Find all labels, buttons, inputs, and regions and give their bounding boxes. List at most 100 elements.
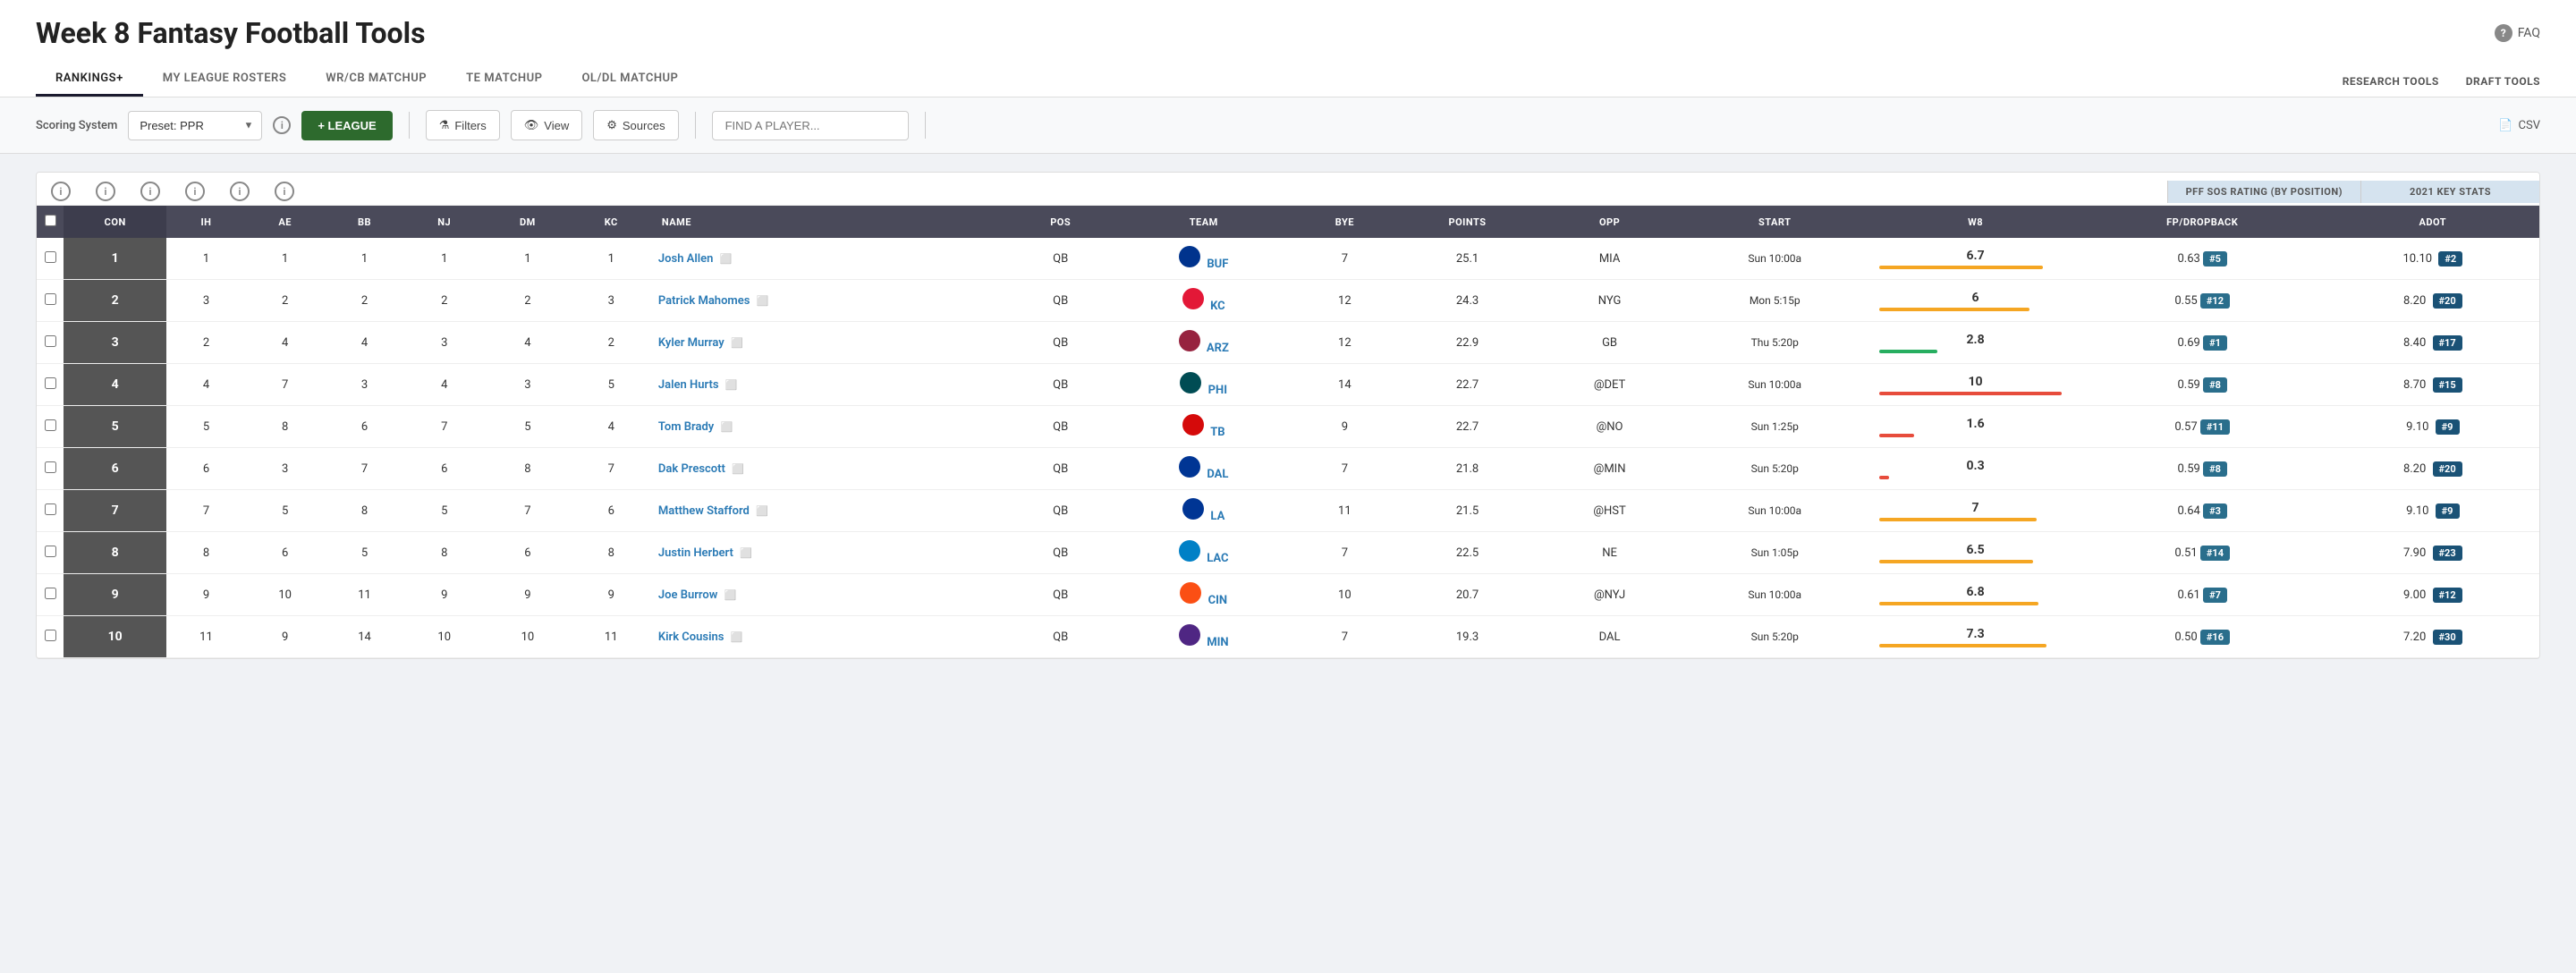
copy-icon[interactable]: ⬜ <box>725 379 738 391</box>
player-name-link[interactable]: Patrick Mahomes <box>658 294 750 308</box>
col-header-pos: POS <box>1011 206 1111 238</box>
row-checkbox-2[interactable] <box>45 335 56 347</box>
row-checkbox-8[interactable] <box>45 588 56 599</box>
player-name-link[interactable]: Matthew Stafford <box>658 504 750 518</box>
info-icon-bb[interactable]: i <box>185 182 205 201</box>
copy-icon[interactable]: ⬜ <box>724 589 737 601</box>
team-link[interactable]: ARZ <box>1207 342 1229 355</box>
team-cell: BUF <box>1111 238 1297 280</box>
draft-tools-link[interactable]: DRAFT TOOLS <box>2466 75 2540 88</box>
con-cell: 4 <box>166 364 245 406</box>
fp-dropback-cell: 0.57 #11 <box>2079 406 2326 448</box>
row-checkbox-6[interactable] <box>45 503 56 515</box>
row-checkbox-1[interactable] <box>45 293 56 305</box>
copy-icon[interactable]: ⬜ <box>756 505 768 517</box>
copy-icon[interactable]: ⬜ <box>721 421 733 433</box>
search-input[interactable] <box>712 111 909 140</box>
filters-button[interactable]: ⚗ Filters <box>426 110 500 140</box>
copy-icon[interactable]: ⬜ <box>732 463 744 475</box>
bye-cell: 12 <box>1297 322 1393 364</box>
team-link[interactable]: LA <box>1210 510 1224 523</box>
rank-cell: 4 <box>64 364 166 406</box>
player-name-link[interactable]: Justin Herbert <box>658 546 733 560</box>
team-link[interactable]: PHI <box>1208 384 1227 397</box>
league-button[interactable]: + LEAGUE <box>301 111 392 140</box>
scoring-info-icon[interactable]: i <box>273 116 291 134</box>
con-cell: 5 <box>166 406 245 448</box>
player-name-link[interactable]: Josh Allen <box>658 252 713 266</box>
research-tools-link[interactable]: RESEARCH TOOLS <box>2343 75 2439 88</box>
copy-icon[interactable]: ⬜ <box>720 253 733 265</box>
ae-cell: 3 <box>325 364 404 406</box>
nav-tabs-left: RANKINGS+ MY LEAGUE ROSTERS WR/CB MATCHU… <box>36 63 698 97</box>
team-cell: CIN <box>1111 574 1297 616</box>
sources-icon: ⚙ <box>606 118 617 132</box>
row-checkbox-7[interactable] <box>45 546 56 557</box>
row-checkbox-cell <box>37 406 64 448</box>
nj-cell: 6 <box>484 532 571 574</box>
info-icon-ih[interactable]: i <box>96 182 115 201</box>
w8-cell: 7.3 <box>1872 616 2078 658</box>
copy-icon[interactable]: ⬜ <box>731 337 743 349</box>
team-link[interactable]: CIN <box>1208 594 1227 607</box>
adot-cell: 10.10 #2 <box>2326 238 2539 280</box>
player-name-link[interactable]: Jalen Hurts <box>658 378 719 392</box>
w8-bar <box>1879 644 2046 647</box>
csv-button[interactable]: 📄 CSV <box>2498 119 2540 132</box>
col-header-fp-dropback: FP/DROPBACK <box>2079 206 2326 238</box>
row-checkbox-cell <box>37 238 64 280</box>
fp-dropback-cell: 0.69 #1 <box>2079 322 2326 364</box>
player-name-link[interactable]: Joe Burrow <box>658 588 717 602</box>
player-name-link[interactable]: Kirk Cousins <box>658 630 724 644</box>
fp-dropback-cell: 0.55 #12 <box>2079 280 2326 322</box>
player-name-link[interactable]: Kyler Murray <box>658 336 724 350</box>
copy-icon[interactable]: ⬜ <box>740 547 752 559</box>
row-checkbox-4[interactable] <box>45 419 56 431</box>
adot-cell: 9.00 #12 <box>2326 574 2539 616</box>
select-all-checkbox[interactable] <box>45 215 56 226</box>
tab-my-league-rosters[interactable]: MY LEAGUE ROSTERS <box>143 63 307 97</box>
rank-cell: 1 <box>64 238 166 280</box>
info-icon-ae[interactable]: i <box>140 182 160 201</box>
scoring-preset-select[interactable]: Preset: PPR <box>128 111 262 140</box>
team-logo-PHI <box>1180 372 1201 393</box>
tab-ol-dl-matchup[interactable]: OL/DL MATCHUP <box>562 63 698 97</box>
copy-icon[interactable]: ⬜ <box>757 295 769 307</box>
team-link[interactable]: LAC <box>1207 552 1228 565</box>
row-checkbox-0[interactable] <box>45 251 56 263</box>
fp-rank-badge: #3 <box>2203 503 2227 519</box>
team-link[interactable]: MIN <box>1207 636 1228 649</box>
tab-te-matchup[interactable]: TE MATCHUP <box>446 63 562 97</box>
copy-icon[interactable]: ⬜ <box>731 631 743 643</box>
info-icon-nj[interactable]: i <box>230 182 250 201</box>
bye-cell: 14 <box>1297 364 1393 406</box>
faq-link[interactable]: ? FAQ <box>2495 24 2540 42</box>
points-cell: 19.3 <box>1393 616 1542 658</box>
player-name-link[interactable]: Dak Prescott <box>658 462 725 476</box>
info-icon-con[interactable]: i <box>51 182 71 201</box>
bye-cell: 9 <box>1297 406 1393 448</box>
team-link[interactable]: TB <box>1210 426 1224 439</box>
team-link[interactable]: BUF <box>1207 258 1228 271</box>
w8-cell: 6.7 <box>1872 238 2078 280</box>
row-checkbox-5[interactable] <box>45 461 56 473</box>
tab-rankings[interactable]: RANKINGS+ <box>36 63 143 97</box>
sources-button[interactable]: ⚙ Sources <box>593 110 678 140</box>
w8-bar <box>1879 560 2033 563</box>
player-name-cell: Josh Allen ⬜ <box>651 238 1011 280</box>
player-name-cell: Kirk Cousins ⬜ <box>651 616 1011 658</box>
fp-rank-badge: #7 <box>2203 588 2227 603</box>
row-checkbox-cell <box>37 532 64 574</box>
main-content: i i i i i i PFF SOS RATING (BY POSITION)… <box>0 154 2576 677</box>
player-name-link[interactable]: Tom Brady <box>658 420 714 434</box>
view-button[interactable]: 👁 View <box>511 110 582 140</box>
row-checkbox-9[interactable] <box>45 630 56 641</box>
row-checkbox-3[interactable] <box>45 377 56 389</box>
col-header-ae: AE <box>246 206 325 238</box>
tab-wr-cb-matchup[interactable]: WR/CB MATCHUP <box>306 63 446 97</box>
team-link[interactable]: DAL <box>1207 468 1228 481</box>
w8-cell: 0.3 <box>1872 448 2078 490</box>
ih-cell: 3 <box>246 448 325 490</box>
info-icon-dm[interactable]: i <box>275 182 294 201</box>
team-link[interactable]: KC <box>1210 300 1225 313</box>
